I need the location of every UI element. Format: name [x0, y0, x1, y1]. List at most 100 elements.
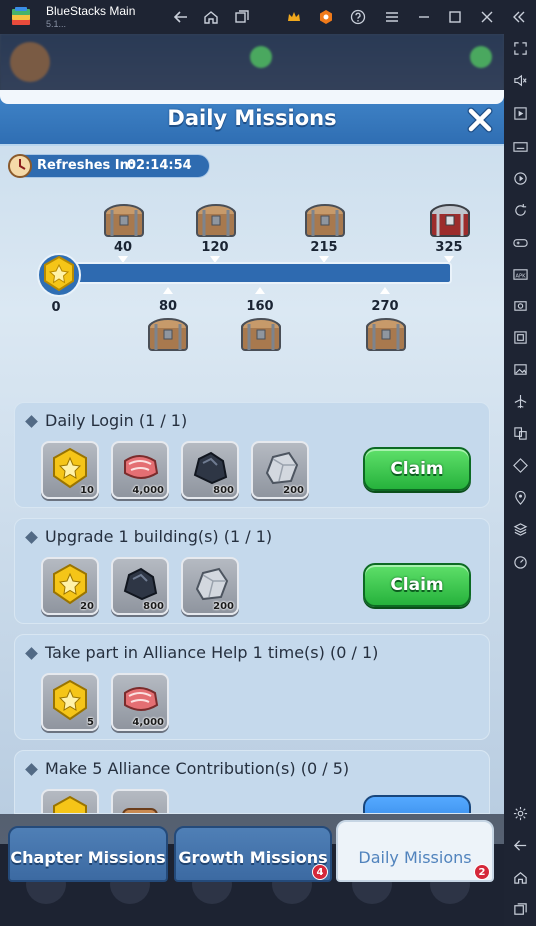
reward-qty: 10	[80, 485, 94, 496]
claim-button[interactable]: Claim	[363, 563, 471, 607]
game-viewport: Daily Missions Refreshes In: 02:14:54 4 0…	[0, 34, 504, 926]
fullscreen-icon[interactable]	[511, 39, 529, 57]
reward-qty: 800	[143, 601, 164, 612]
notification-badge: 2	[474, 864, 490, 880]
notification-badge: 4	[312, 864, 328, 880]
chest-icon[interactable]	[239, 314, 283, 352]
reward-item[interactable]: 4,000	[111, 673, 169, 731]
mission-title: Take part in Alliance Help 1 time(s) (0 …	[45, 643, 379, 662]
reward-item[interactable]: 4,000	[111, 441, 169, 499]
help-icon[interactable]	[347, 6, 369, 28]
gallery-icon[interactable]	[511, 360, 529, 378]
stone-icon	[195, 567, 229, 601]
refresh-label: Refreshes In:	[37, 158, 135, 173]
collapse-sidebar-icon[interactable]	[508, 6, 530, 28]
speed-icon[interactable]	[511, 552, 529, 570]
go-button[interactable]	[363, 795, 471, 813]
ore-icon	[123, 567, 158, 601]
bluestacks-points-icon[interactable]	[315, 6, 337, 28]
layers-icon[interactable]	[511, 520, 529, 538]
menu-icon[interactable]	[381, 6, 403, 28]
window-title: BlueStacks Main	[46, 4, 136, 18]
minimize-icon[interactable]	[413, 6, 435, 28]
reward-item[interactable]	[111, 789, 169, 813]
svg-text:APK: APK	[515, 273, 526, 279]
tab-chapter-missions[interactable]: Chapter Missions	[8, 826, 168, 882]
android-back-icon[interactable]	[511, 836, 529, 854]
maximize-icon[interactable]	[444, 6, 466, 28]
medal-icon	[53, 447, 87, 489]
gamepad-icon[interactable]	[511, 233, 529, 251]
chest-icon[interactable]	[364, 314, 408, 352]
ore-icon	[193, 451, 228, 485]
mission-card: Upgrade 1 building(s) (1 / 1) 20 800 200…	[14, 518, 490, 624]
mission-title: Upgrade 1 building(s) (1 / 1)	[45, 527, 273, 546]
recent-apps-icon[interactable]	[231, 6, 253, 28]
reward-item[interactable]: 5	[41, 673, 99, 731]
close-panel-icon[interactable]	[466, 106, 494, 134]
chest-icon[interactable]	[146, 314, 190, 352]
home-icon[interactable]	[200, 6, 222, 28]
bullet-icon	[25, 531, 38, 544]
claim-button[interactable]: Claim	[363, 447, 471, 491]
apk-icon[interactable]: APK	[511, 265, 529, 283]
tab-growth-missions[interactable]: Growth Missions 4	[174, 826, 332, 882]
bullet-icon	[25, 763, 38, 776]
blurred-hud	[0, 34, 504, 94]
tab-daily-missions[interactable]: Daily Missions 2	[336, 820, 494, 882]
screenshot-icon[interactable]	[511, 296, 529, 314]
milestone-label: 325	[435, 240, 463, 255]
eco-mode-icon[interactable]	[511, 456, 529, 474]
progress-current: 0	[51, 300, 61, 315]
reward-qty: 20	[80, 601, 94, 612]
chest-icon[interactable]	[303, 200, 347, 238]
milestone-marker	[380, 287, 390, 294]
rotate-icon[interactable]	[511, 201, 529, 219]
mission-card: Make 5 Alliance Contribution(s) (0 / 5)	[14, 750, 490, 814]
bullet-icon	[25, 415, 38, 428]
location-icon[interactable]	[511, 488, 529, 506]
media-icon[interactable]	[511, 104, 529, 122]
panel-header: Daily Missions	[0, 90, 504, 146]
chest-icon[interactable]	[102, 200, 146, 238]
refresh-timer: Refreshes In: 02:14:54	[8, 154, 210, 178]
mission-title: Make 5 Alliance Contribution(s) (0 / 5)	[45, 759, 350, 778]
android-home-icon[interactable]	[511, 868, 529, 886]
airplane-icon[interactable]	[511, 392, 529, 410]
close-window-icon[interactable]	[476, 6, 498, 28]
multi-instance-icon[interactable]	[511, 424, 529, 442]
wood-icon	[122, 808, 158, 813]
chest-icon[interactable]	[194, 200, 238, 238]
reward-item[interactable]	[41, 789, 99, 813]
reward-item[interactable]: 20	[41, 557, 99, 615]
reward-qty: 4,000	[132, 485, 164, 496]
back-icon[interactable]	[170, 6, 192, 28]
crown-icon[interactable]	[283, 6, 305, 28]
reward-item[interactable]: 200	[251, 441, 309, 499]
milestone-label: 80	[158, 299, 178, 314]
milestone-marker	[255, 287, 265, 294]
window-subtitle: 5.1...	[46, 19, 67, 29]
medal-icon	[53, 563, 87, 605]
progress-bar	[60, 262, 452, 284]
settings-icon[interactable]	[511, 804, 529, 822]
reward-item[interactable]: 800	[181, 441, 239, 499]
reward-qty: 800	[213, 485, 234, 496]
keyboard-icon[interactable]	[511, 137, 529, 155]
milestone-label: 270	[371, 299, 399, 314]
macro-icon[interactable]	[511, 169, 529, 187]
reward-qty: 200	[283, 485, 304, 496]
reward-item[interactable]: 800	[111, 557, 169, 615]
medal-icon	[53, 679, 87, 721]
reward-qty: 5	[87, 717, 94, 728]
reward-item[interactable]: 200	[181, 557, 239, 615]
screen-record-icon[interactable]	[511, 328, 529, 346]
daily-missions-panel: Daily Missions Refreshes In: 02:14:54 40…	[0, 90, 504, 814]
clock-icon	[8, 154, 32, 178]
tab-label: Daily Missions	[358, 848, 472, 867]
tab-label: Growth Missions	[178, 848, 328, 867]
android-recents-icon[interactable]	[511, 900, 529, 918]
reward-item[interactable]: 10	[41, 441, 99, 499]
volume-mute-icon[interactable]	[511, 71, 529, 89]
premium-chest-icon[interactable]	[428, 200, 472, 238]
